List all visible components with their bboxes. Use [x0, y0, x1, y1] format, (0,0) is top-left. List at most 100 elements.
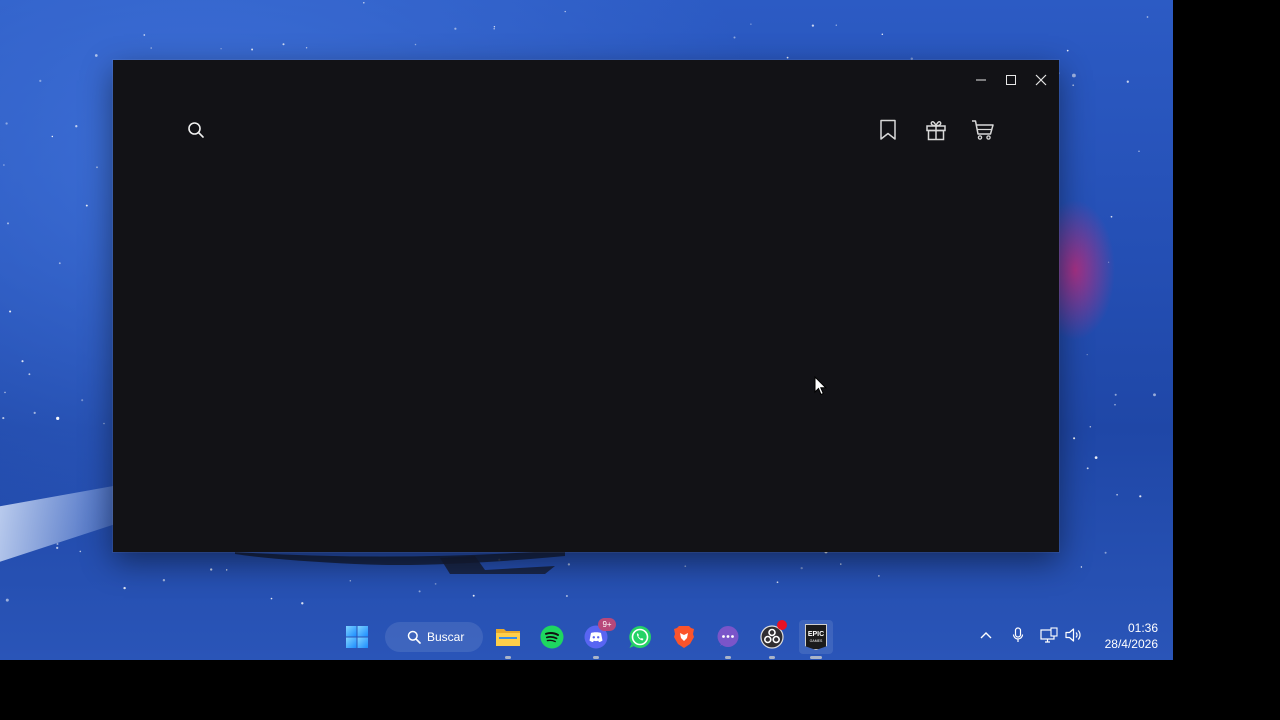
star — [21, 360, 24, 363]
network-icon — [1040, 627, 1058, 643]
chat-icon — [717, 626, 739, 647]
windows-logo-icon — [346, 626, 368, 648]
close-button[interactable] — [1026, 66, 1056, 94]
gift-button[interactable] — [920, 114, 952, 146]
star — [56, 416, 60, 421]
taskbar-spotify[interactable] — [535, 620, 569, 654]
wishlist-button[interactable] — [872, 114, 904, 146]
star — [840, 563, 842, 565]
star — [1114, 403, 1116, 406]
star — [28, 373, 31, 376]
star — [684, 565, 687, 568]
star — [1126, 80, 1129, 83]
chevron-up-icon — [980, 632, 992, 639]
star — [1066, 49, 1069, 52]
star — [1116, 493, 1118, 496]
cart-icon — [972, 120, 994, 140]
spotify-icon — [540, 625, 564, 649]
running-indicator — [725, 656, 731, 659]
star — [811, 24, 815, 27]
star — [58, 262, 61, 265]
star — [85, 204, 88, 207]
taskbar-epic-games[interactable]: EPIC GAMES — [799, 620, 833, 659]
star — [301, 602, 304, 605]
taskbar-file-explorer[interactable] — [491, 620, 525, 659]
star — [493, 25, 496, 28]
star — [150, 47, 152, 49]
epic-games-icon: EPIC GAMES — [805, 624, 827, 650]
star — [776, 581, 779, 584]
star — [123, 586, 126, 590]
star — [565, 594, 568, 598]
running-indicator — [593, 656, 599, 659]
taskbar-search[interactable]: Buscar — [385, 622, 483, 652]
star — [1110, 215, 1113, 218]
star — [349, 580, 352, 582]
clock[interactable]: 01:36 28/4/2026 — [1094, 620, 1158, 652]
star — [1089, 426, 1092, 428]
star — [56, 543, 59, 545]
clock-time: 01:36 — [1127, 621, 1158, 635]
maximize-icon — [1006, 75, 1016, 85]
star — [878, 575, 880, 577]
star — [5, 122, 8, 125]
star — [75, 125, 78, 128]
minimize-icon — [976, 79, 986, 81]
search-button[interactable] — [180, 114, 212, 146]
show-hidden-icons-button[interactable] — [976, 625, 996, 645]
star — [1072, 84, 1075, 87]
minimize-button[interactable] — [966, 66, 996, 94]
running-indicator — [810, 656, 822, 659]
star — [94, 54, 98, 57]
star — [39, 79, 42, 83]
star — [454, 27, 457, 30]
star — [1114, 393, 1117, 396]
star — [7, 222, 9, 225]
star — [51, 135, 54, 138]
volume-button[interactable] — [1064, 625, 1084, 645]
star — [750, 23, 752, 25]
star — [418, 590, 421, 593]
star — [363, 1, 365, 4]
star — [493, 27, 495, 30]
star — [786, 56, 789, 59]
star — [5, 598, 9, 602]
taskbar-chat[interactable] — [711, 620, 745, 659]
star — [162, 579, 166, 582]
bookmark-icon — [880, 119, 896, 140]
discord-badge-count: 9+ — [602, 620, 612, 629]
microphone-icon — [1012, 627, 1024, 642]
taskbar-whatsapp[interactable] — [623, 620, 657, 654]
star — [1086, 353, 1088, 356]
star — [1146, 16, 1149, 18]
network-button[interactable] — [1039, 625, 1059, 645]
star — [143, 34, 146, 36]
star — [56, 546, 59, 550]
star — [9, 310, 12, 313]
taskbar-discord[interactable]: 9+ — [579, 618, 616, 659]
mouse-cursor-icon — [814, 376, 828, 396]
search-icon — [188, 122, 204, 138]
star — [103, 422, 105, 425]
star — [472, 594, 475, 597]
taskbar-brave[interactable] — [667, 620, 701, 654]
recording-badge — [777, 620, 787, 630]
star — [226, 569, 228, 571]
maximize-button[interactable] — [996, 66, 1026, 94]
folder-icon — [496, 629, 520, 646]
star — [210, 568, 213, 571]
star — [800, 566, 803, 570]
star — [1104, 551, 1107, 554]
cart-button[interactable] — [967, 114, 999, 146]
star — [835, 24, 838, 26]
microphone-button[interactable] — [1008, 625, 1028, 645]
spaceship-silhouette — [235, 550, 565, 574]
start-button[interactable] — [340, 620, 374, 654]
app-window[interactable] — [113, 60, 1059, 552]
speaker-icon — [1065, 628, 1081, 642]
taskbar-search-label: Buscar — [427, 630, 465, 644]
star — [1153, 393, 1156, 397]
star — [1073, 437, 1076, 440]
star — [1071, 73, 1076, 78]
taskbar-obs[interactable] — [755, 620, 789, 659]
